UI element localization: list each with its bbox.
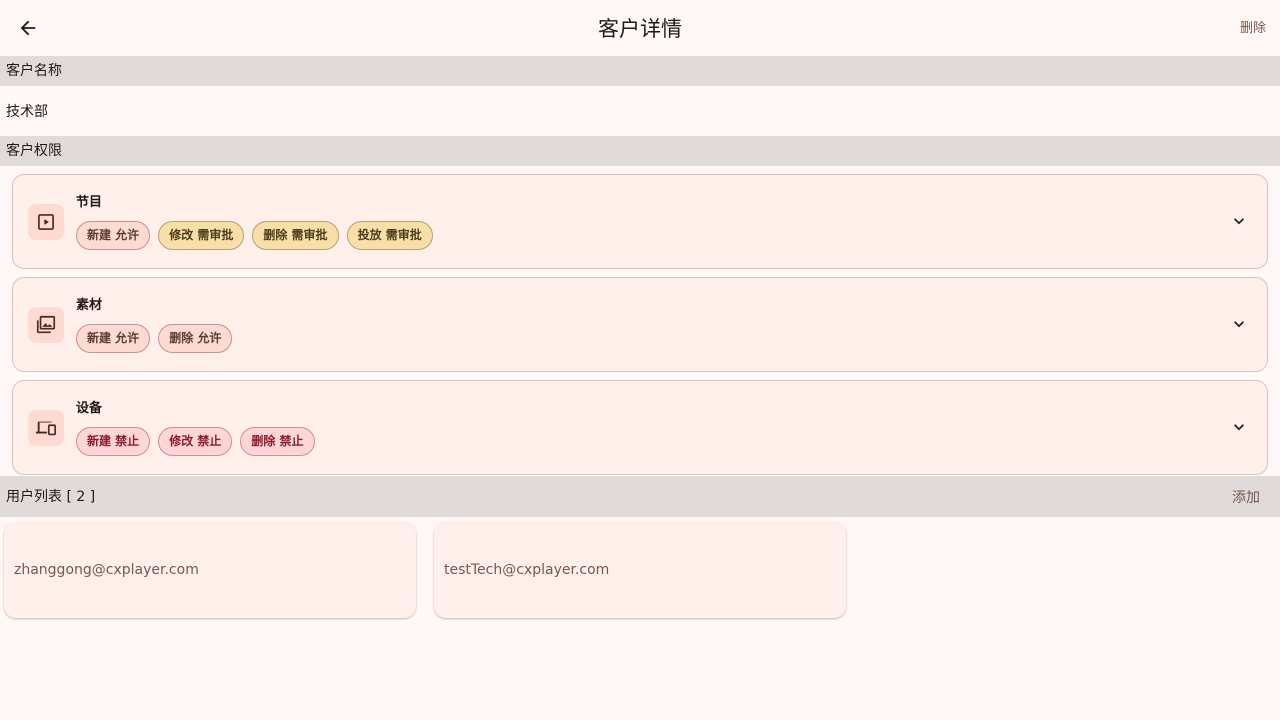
customer-name-header: 客户名称	[0, 56, 1280, 86]
permission-chips: 新建 允许 删除 允许	[76, 324, 233, 353]
permission-card-device[interactable]: 设备 新建 禁止 修改 禁止 删除 禁止	[12, 380, 1268, 475]
permission-card-material[interactable]: 素材 新建 允许 删除 允许	[12, 277, 1268, 372]
user-card[interactable]: testTech@cxplayer.com	[434, 522, 846, 618]
permission-title: 素材	[76, 298, 103, 313]
play-box-icon	[28, 204, 64, 240]
expand-button[interactable]	[1227, 415, 1251, 439]
user-email: testTech@cxplayer.com	[444, 562, 610, 578]
image-library-icon	[28, 307, 64, 343]
permission-chip: 删除 允许	[158, 324, 233, 353]
expand-button[interactable]	[1227, 209, 1251, 233]
permission-chip: 新建 禁止	[76, 427, 151, 456]
permission-chip: 新建 允许	[76, 221, 151, 250]
devices-icon	[28, 410, 64, 446]
user-card[interactable]: zhanggong@cxplayer.com	[4, 522, 416, 618]
permission-chips: 新建 禁止 修改 禁止 删除 禁止	[76, 427, 315, 456]
permission-card-program[interactable]: 节目 新建 允许 修改 需审批 删除 需审批 投放 需审批	[12, 174, 1268, 269]
user-list-header: 用户列表 [ 2 ] 添加	[0, 476, 1280, 517]
customer-name-value: 技术部	[6, 104, 48, 120]
permission-chips: 新建 允许 修改 需审批 删除 需审批 投放 需审批	[76, 221, 433, 250]
add-user-button[interactable]: 添加	[1232, 488, 1260, 508]
permission-title: 节目	[76, 195, 103, 210]
permission-chip: 修改 需审批	[158, 221, 245, 250]
permission-chip: 删除 需审批	[252, 221, 339, 250]
permission-chip: 新建 允许	[76, 324, 151, 353]
permission-chip: 修改 禁止	[158, 427, 233, 456]
permission-chip: 投放 需审批	[346, 221, 433, 250]
page-title: 客户详情	[598, 17, 682, 41]
permission-chip: 删除 禁止	[240, 427, 315, 456]
user-email: zhanggong@cxplayer.com	[14, 562, 199, 578]
user-list-title: 用户列表 [ 2 ]	[6, 489, 96, 505]
expand-button[interactable]	[1227, 312, 1251, 336]
delete-button[interactable]: 删除	[1240, 20, 1266, 38]
app-bar: 客户详情 删除	[0, 0, 1280, 56]
chevron-down-icon	[1234, 218, 1244, 225]
customer-permissions-header: 客户权限	[0, 136, 1280, 166]
permission-title: 设备	[76, 401, 103, 416]
chevron-down-icon	[1234, 321, 1244, 328]
chevron-down-icon	[1234, 424, 1244, 431]
